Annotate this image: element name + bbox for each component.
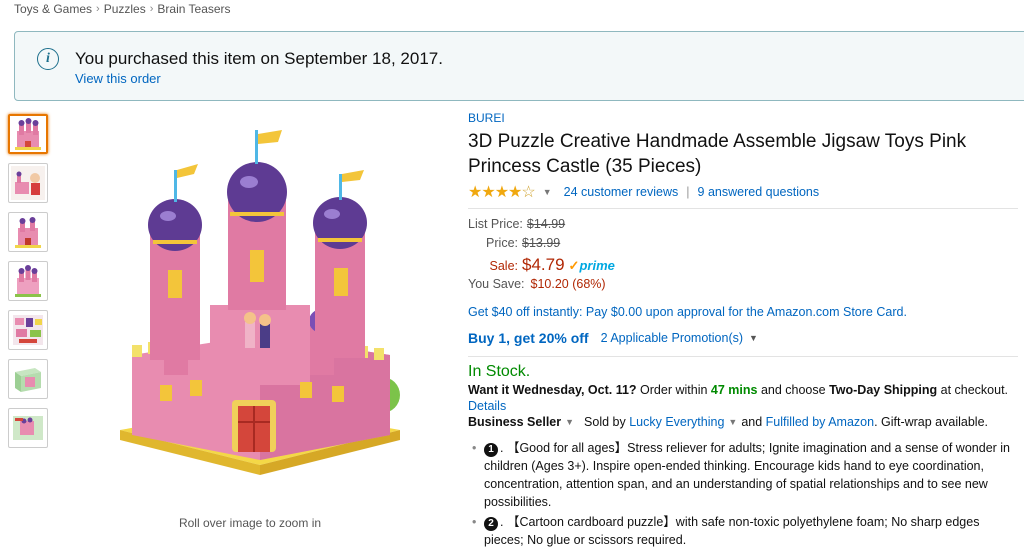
bullet-heading: . 【Cartoon cardboard puzzle】 [500, 515, 676, 529]
promotion-row: Buy 1, get 20% off 2 Applicable Promotio… [468, 330, 1018, 346]
sold-by-text: Sold by [584, 415, 626, 429]
number-one-icon: 1 [484, 443, 498, 457]
stock-status: In Stock. [468, 363, 531, 380]
breadcrumb-brain-teasers[interactable]: Brain Teasers [157, 2, 230, 16]
countdown-time: 47 mins [710, 383, 758, 397]
rating-row: ★★★★☆ ▼ 24 customer reviews | 9 answered… [468, 182, 1018, 202]
business-seller-dropdown-icon[interactable]: ▼ [565, 417, 574, 427]
prime-label: prime [579, 258, 615, 273]
thumbnail-pieces-sheet[interactable] [8, 310, 48, 350]
product-info: BUREI 3D Puzzle Creative Handmade Assemb… [468, 111, 1018, 551]
you-save-value: $10.20 (68%) [530, 277, 606, 291]
sale-label: Sale: [489, 259, 519, 273]
separator: | [686, 184, 690, 199]
seller-dropdown-icon[interactable]: ▼ [728, 417, 737, 427]
feature-bullets: 1. 【Good for all ages】Stress reliever fo… [468, 439, 1018, 549]
and-text: and [741, 415, 763, 429]
gift-wrap-text: . Gift-wrap available. [874, 415, 988, 429]
breadcrumb-separator: › [96, 3, 100, 15]
view-order-link[interactable]: View this order [75, 71, 161, 86]
prime-check-icon: ✓ [568, 258, 580, 273]
divider [468, 208, 1018, 209]
thumbnail-castle-side[interactable] [8, 212, 48, 252]
fulfilled-by-amazon-link[interactable]: Fulfilled by Amazon [766, 415, 874, 429]
thumbnail-child-playing[interactable] [8, 163, 48, 203]
zoom-hint: Roll over image to zoom in [178, 516, 322, 530]
price-table: List Price: $14.99 Price: $13.99 Sale: $… [468, 217, 1018, 296]
purchase-notice: i You purchased this item on September 1… [14, 31, 1024, 101]
price-value: $13.99 [522, 236, 561, 250]
thumbnail-strip [8, 114, 50, 457]
breadcrumb-puzzles[interactable]: Puzzles [104, 2, 146, 16]
feature-bullet: 1. 【Good for all ages】Stress reliever fo… [472, 439, 1018, 511]
divider [468, 356, 1018, 357]
seller-name-link[interactable]: Lucky Everything [629, 415, 724, 429]
number-two-icon: 2 [484, 517, 498, 531]
promotions-dropdown-icon[interactable]: ▼ [749, 333, 758, 343]
rating-dropdown-icon[interactable]: ▼ [543, 187, 552, 197]
list-price-row: List Price: $14.99 [468, 217, 1018, 236]
thumbnail-castle-back[interactable] [8, 261, 48, 301]
empty-star-icon: ☆ [521, 183, 535, 201]
sale-price-value: $4.79 [522, 255, 565, 274]
product-title: 3D Puzzle Creative Handmade Assemble Jig… [468, 131, 967, 177]
breadcrumb: Toys & Games › Puzzles › Brain Teasers [14, 2, 231, 16]
breadcrumb-toys-games[interactable]: Toys & Games [14, 2, 92, 16]
feature-bullet: 2. 【Cartoon cardboard puzzle】with safe n… [472, 513, 1018, 549]
you-save-row: You Save: $10.20 (68%) [468, 277, 1018, 296]
order-within-text: Order within [636, 383, 711, 397]
list-price-label: List Price: [468, 217, 523, 231]
brand-link[interactable]: BUREI [468, 111, 1018, 125]
purchase-message: You purchased this item on September 18,… [75, 49, 443, 68]
list-price-value: $14.99 [526, 217, 566, 231]
thumbnail-castle-front[interactable] [8, 114, 48, 154]
thumbnail-box-front[interactable] [8, 408, 48, 448]
sale-price-row: Sale: $4.79 ✓prime [468, 255, 1018, 277]
breadcrumb-separator: › [149, 3, 154, 15]
customer-reviews-link[interactable]: 24 customer reviews [564, 185, 679, 199]
prime-badge[interactable]: ✓prime [569, 258, 615, 274]
shipping-option: Two-Day Shipping [829, 383, 938, 397]
delivery-message: Want it Wednesday, Oct. 11? Order within… [468, 383, 1018, 397]
product-main-image[interactable] [110, 130, 410, 490]
business-seller-badge[interactable]: Business Seller [468, 415, 561, 429]
delivery-details-link[interactable]: Details [468, 399, 1018, 413]
you-save-label: You Save: [468, 277, 525, 291]
star-rating[interactable]: ★★★★☆ [468, 182, 536, 202]
store-card-offer-link[interactable]: Get $40 off instantly: Pay $0.00 upon ap… [468, 305, 1018, 319]
info-icon: i [37, 48, 59, 70]
seller-row: Business Seller ▼ Sold by Lucky Everythi… [468, 415, 1018, 429]
promotion-headline[interactable]: Buy 1, get 20% off [468, 330, 589, 346]
price-label: Price: [486, 236, 518, 250]
thumbnail-box-package[interactable] [8, 359, 48, 399]
price-row: Price: $13.99 [468, 236, 1018, 255]
and-choose-text: and choose [757, 383, 830, 397]
answered-questions-link[interactable]: 9 answered questions [698, 185, 820, 199]
at-checkout-text: at checkout. [937, 383, 1009, 397]
applicable-promotions-link[interactable]: 2 Applicable Promotion(s) [601, 331, 743, 345]
delivery-date: Want it Wednesday, Oct. 11? [468, 383, 637, 397]
bullet-heading: . 【Good for all ages】 [500, 441, 628, 455]
